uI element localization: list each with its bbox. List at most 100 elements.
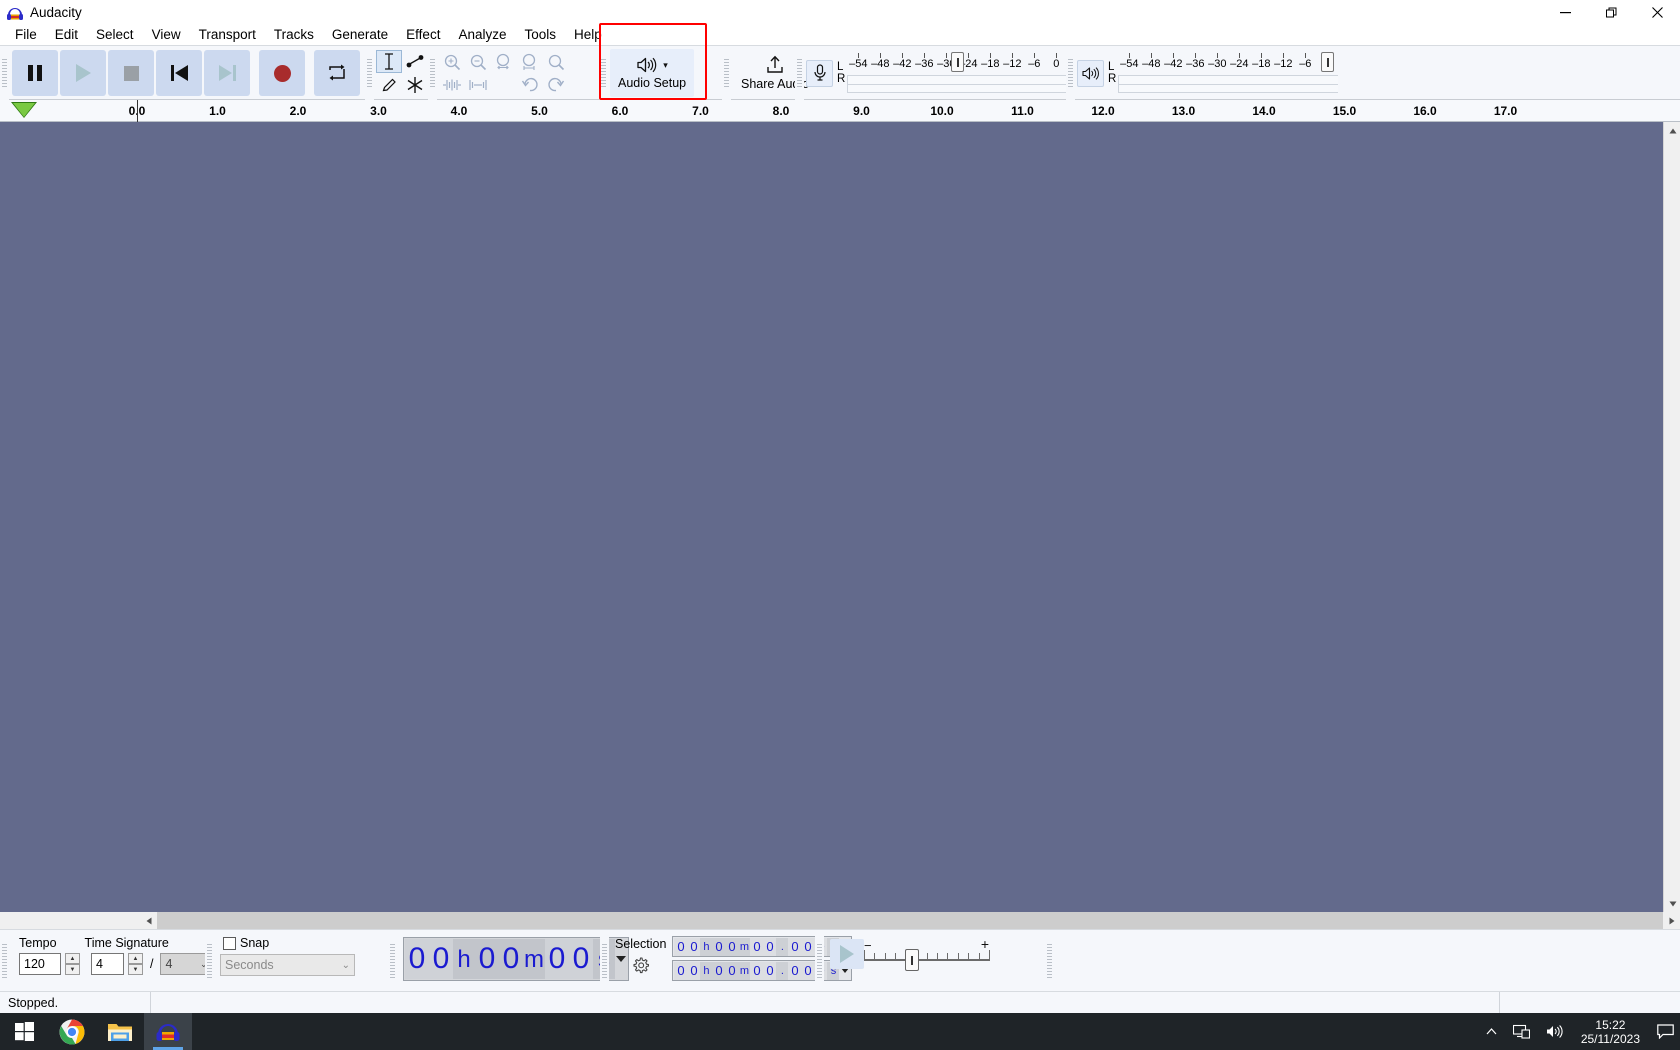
envelope-tool[interactable] xyxy=(402,50,428,73)
record-button[interactable] xyxy=(259,50,305,96)
taskbar-chrome[interactable] xyxy=(48,1013,96,1050)
stop-icon xyxy=(123,65,139,81)
silence-audio-button[interactable] xyxy=(465,73,491,96)
ruler-label: 8.0 xyxy=(772,104,790,118)
menu-effect[interactable]: Effect xyxy=(397,25,449,45)
snap-checkbox[interactable] xyxy=(223,936,236,950)
empty-dock-grabber[interactable] xyxy=(1045,930,1054,991)
tempo-spinner[interactable]: ▲ ▼ xyxy=(65,953,80,975)
scroll-left-button[interactable] xyxy=(140,912,157,929)
snap-unit-select[interactable]: Seconds ⌄ xyxy=(220,954,355,976)
restore-button[interactable] xyxy=(1588,0,1634,25)
snap-toolbar-grabber[interactable] xyxy=(205,930,214,991)
tempo-spin-up[interactable]: ▲ xyxy=(65,953,80,964)
scroll-up-button[interactable] xyxy=(1664,122,1680,139)
skip-to-start-button[interactable] xyxy=(156,50,202,96)
playback-meter-bars[interactable]: –54–48–42–36–30–24–18–12–60 xyxy=(1118,52,1339,93)
time-sig-spin-down[interactable]: ▼ xyxy=(128,964,143,975)
audio-position-grabber[interactable] xyxy=(388,930,397,991)
speed-slider-knob[interactable] xyxy=(904,949,919,971)
menu-transport[interactable]: Transport xyxy=(190,25,265,45)
fit-project-button[interactable] xyxy=(517,50,543,73)
redo-button[interactable] xyxy=(543,73,569,96)
minimize-button[interactable] xyxy=(1542,0,1588,25)
play-icon xyxy=(75,64,91,82)
menu-tools[interactable]: Tools xyxy=(515,25,565,45)
undo-button[interactable] xyxy=(517,73,543,96)
track-panel[interactable] xyxy=(0,122,1680,912)
green-triangle-icon[interactable] xyxy=(13,103,35,117)
audio-setup-button[interactable]: ▾ Audio Setup xyxy=(610,49,695,97)
taskbar-audacity[interactable] xyxy=(144,1013,192,1050)
tempo-spin-down[interactable]: ▼ xyxy=(65,964,80,975)
timeline-ruler[interactable]: 0.01.02.03.04.05.06.07.08.09.010.011.012… xyxy=(0,100,1680,122)
tray-chevron-up-icon[interactable] xyxy=(1478,1027,1505,1036)
menu-view[interactable]: View xyxy=(143,25,190,45)
recording-meter-bars[interactable]: –54 –48 –42 –36 –30 –24 –18 –12 –6 0 xyxy=(847,52,1068,93)
transport-toolbar-grabber[interactable] xyxy=(0,46,9,100)
menu-file[interactable]: File xyxy=(6,25,46,45)
scroll-down-button[interactable] xyxy=(1664,895,1680,912)
scroll-right-button[interactable] xyxy=(1663,912,1680,929)
network-icon[interactable] xyxy=(1505,1024,1538,1039)
play-button[interactable] xyxy=(60,50,106,96)
audio-setup-toolbar-grabber[interactable] xyxy=(599,46,608,100)
recording-meter[interactable]: L R –54 –48 –42 –36 –30 –24 –18 –12 –6 0 xyxy=(806,50,1068,96)
playback-meter[interactable]: L R –54–48–42–36–30–24–18–12–60 xyxy=(1077,50,1339,96)
audio-position-display[interactable]: 0 0 h 0 0 m 0 0 s xyxy=(403,937,629,981)
multi-tool[interactable] xyxy=(402,73,428,96)
playback-speed-slider[interactable]: − + xyxy=(864,936,990,973)
skip-to-end-button[interactable] xyxy=(204,50,250,96)
speed-slider-tick xyxy=(936,953,938,959)
taskbar-file-explorer[interactable] xyxy=(96,1013,144,1050)
playback-meter-grabber[interactable] xyxy=(1066,46,1075,100)
tools-toolbar-grabber[interactable] xyxy=(365,46,374,100)
volume-icon[interactable] xyxy=(1538,1024,1571,1039)
close-button[interactable] xyxy=(1634,0,1680,25)
tempo-input[interactable] xyxy=(19,953,61,975)
speed-slider-tick xyxy=(947,953,949,959)
meter-volume-slider[interactable] xyxy=(951,52,965,72)
share-audio-toolbar-grabber[interactable] xyxy=(722,46,731,100)
meter-scale-label: –54 xyxy=(849,58,868,70)
play-at-speed-button[interactable] xyxy=(830,939,864,969)
pause-button[interactable] xyxy=(12,50,58,96)
action-center-button[interactable] xyxy=(1650,1024,1680,1039)
menu-generate[interactable]: Generate xyxy=(323,25,397,45)
playback-meter-toolbar: L R –54–48–42–36–30–24–18–12–60 xyxy=(1066,46,1340,100)
loop-button[interactable] xyxy=(314,50,360,96)
trim-audio-button[interactable] xyxy=(439,73,465,96)
menu-help[interactable]: Help xyxy=(565,25,611,45)
vertical-scrollbar[interactable] xyxy=(1663,122,1680,912)
zoom-out-icon xyxy=(470,54,487,70)
time-toolbar-grabber[interactable] xyxy=(0,930,9,991)
speaker-icon[interactable] xyxy=(1077,59,1104,87)
audio-pos-digit-1: 0 xyxy=(429,939,453,979)
start-button[interactable] xyxy=(0,1013,48,1050)
draw-tool[interactable] xyxy=(376,73,402,96)
meter-volume-slider[interactable] xyxy=(1321,52,1335,72)
fit-selection-button[interactable] xyxy=(491,50,517,73)
recording-meter-channels: L R xyxy=(833,50,847,96)
edit-toolbar-grabber[interactable] xyxy=(428,46,437,100)
stop-button[interactable] xyxy=(108,50,154,96)
time-sig-upper-input[interactable] xyxy=(91,953,124,975)
zoom-toggle-button[interactable] xyxy=(543,50,569,73)
selection-toolbar-grabber[interactable] xyxy=(600,930,609,991)
taskbar-clock[interactable]: 15:22 25/11/2023 xyxy=(1571,1018,1650,1046)
menu-analyze[interactable]: Analyze xyxy=(449,25,515,45)
zoom-out-button[interactable] xyxy=(465,50,491,73)
gear-icon[interactable] xyxy=(632,957,650,977)
zoom-in-button[interactable] xyxy=(439,50,465,73)
selection-tool[interactable] xyxy=(376,50,402,73)
microphone-icon[interactable] xyxy=(806,59,833,87)
time-sig-spin-up[interactable]: ▲ xyxy=(128,953,143,964)
time-sig-spinner[interactable]: ▲ ▼ xyxy=(128,953,143,975)
horizontal-scrollbar[interactable] xyxy=(0,912,1680,929)
recording-meter-grabber[interactable] xyxy=(795,46,804,100)
menu-tracks[interactable]: Tracks xyxy=(265,25,323,45)
play-speed-grabber[interactable] xyxy=(815,930,824,991)
menu-edit[interactable]: Edit xyxy=(46,25,87,45)
menu-select[interactable]: Select xyxy=(87,25,143,45)
hscroll-thumb[interactable] xyxy=(157,912,1663,929)
